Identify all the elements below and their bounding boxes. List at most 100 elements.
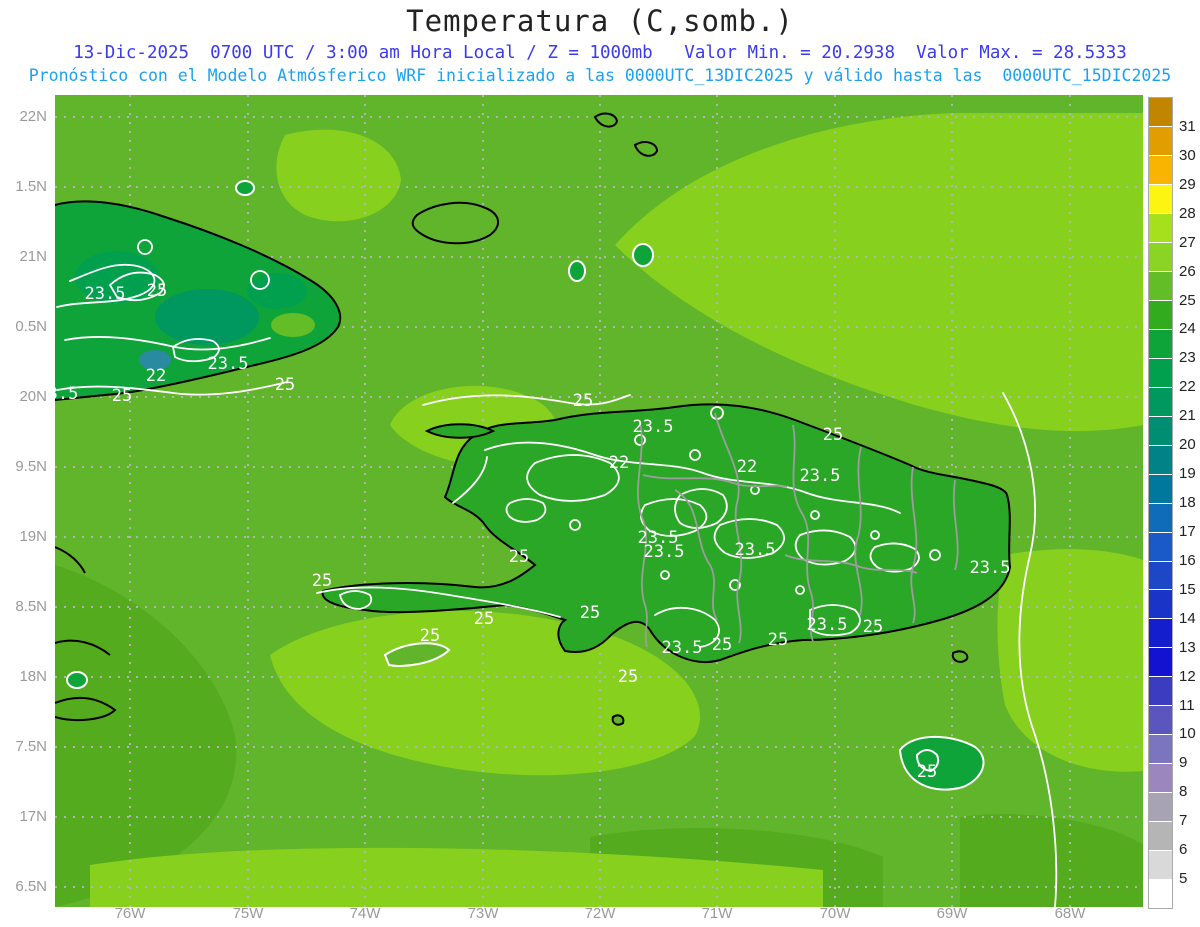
contour-value-label: 23.5 (800, 466, 841, 486)
colorbar-cell (1149, 880, 1172, 909)
x-axis-label: 73W (467, 905, 499, 922)
colorbar-cell (1149, 387, 1172, 417)
colorbar-cell (1149, 735, 1172, 765)
colorbar-cell (1149, 561, 1172, 591)
colorbar-cell (1149, 648, 1172, 678)
colorbar-cell (1149, 474, 1172, 504)
colorbar-tick-label: 26 (1179, 262, 1196, 280)
temperature-map-canvas: 23.52523.5223.525252523.525222223.523.52… (55, 95, 1143, 907)
colorbar-tick-label: 21 (1179, 407, 1196, 425)
temperature-colorbar (1148, 97, 1173, 909)
colorbar-tick-label: 30 (1179, 146, 1196, 164)
colorbar-cell (1149, 590, 1172, 620)
x-axis-label: 71W (701, 905, 733, 922)
subtitle-line-2: Pronóstico con el Modelo Atmósferico WRF… (28, 66, 1172, 85)
colorbar-tick-label: 20 (1179, 436, 1196, 454)
y-axis-label: 20N (19, 388, 47, 405)
subtitle-line-1: 13-Dic-2025 0700 UTC / 3:00 am Hora Loca… (73, 43, 1127, 63)
colorbar-tick-label: 23 (1179, 349, 1196, 367)
colorbar-tick-label: 16 (1179, 551, 1196, 569)
contour-value-label: 22 (609, 453, 629, 473)
colorbar-tick-label: 13 (1179, 638, 1196, 656)
contour-value-label: 23.5 (644, 542, 685, 562)
colorbar-tick-label: 25 (1179, 291, 1196, 309)
colorbar-cell (1149, 822, 1172, 852)
colorbar-cell (1149, 300, 1172, 330)
colorbar-cell (1149, 445, 1172, 475)
colorbar-cell (1149, 416, 1172, 446)
y-axis-label: 7.5N (15, 738, 47, 755)
contour-value-label: 23.5 (807, 615, 848, 635)
x-axis-label: 76W (114, 905, 146, 922)
x-axis-label: 70W (819, 905, 851, 922)
x-axis-label: 69W (936, 905, 968, 922)
colorbar-cell (1149, 98, 1172, 127)
x-axis-label: 75W (232, 905, 264, 922)
colorbar-tick-label: 31 (1179, 117, 1196, 135)
y-axis-label: 1.5N (15, 178, 47, 195)
contour-value-label: 25 (420, 626, 440, 646)
colorbar-cell (1149, 764, 1172, 794)
colorbar-cell (1149, 503, 1172, 533)
contour-value-label: 23.5 (735, 540, 776, 560)
contour-value-label: 25 (917, 762, 937, 782)
colorbar-tick-label: 17 (1179, 522, 1196, 540)
contour-value-label: 25 (618, 667, 638, 687)
contour-value-label: 25 (474, 609, 494, 629)
y-axis-label: 6.5N (15, 878, 47, 895)
contour-value-label: 25 (580, 603, 600, 623)
colorbar-tick-label: 28 (1179, 204, 1196, 222)
x-axis-label: 72W (584, 905, 616, 922)
colorbar-tick-label: 24 (1179, 320, 1196, 338)
colorbar-cell (1149, 619, 1172, 649)
colorbar-tick-label: 7 (1179, 812, 1188, 830)
contour-value-label: 23.5 (208, 354, 249, 374)
x-axis-label: 74W (349, 905, 381, 922)
contour-value-label: 25 (712, 635, 732, 655)
page-title: Temperatura (C,somb.) (406, 4, 794, 38)
contour-value-label: 25 (147, 281, 167, 301)
colorbar-cell (1149, 851, 1172, 881)
contour-value-label: 23.5 (970, 558, 1011, 578)
colorbar-tick-label: 5 (1179, 870, 1188, 888)
contour-value-label: 22 (146, 366, 166, 386)
y-axis-label: 21N (19, 248, 47, 265)
y-axis-label: 0.5N (15, 318, 47, 335)
contour-value-label: 25 (863, 617, 883, 637)
contour-value-label: 25 (823, 425, 843, 445)
colorbar-tick-label: 12 (1179, 667, 1196, 685)
colorbar-cell (1149, 532, 1172, 562)
map-area: 23.52523.5223.525252523.525222223.523.52… (55, 95, 1143, 907)
colorbar-cell (1149, 677, 1172, 707)
colorbar-cell (1149, 184, 1172, 214)
y-axis-label: 9.5N (15, 458, 47, 475)
contour-value-label: 25 (112, 386, 132, 406)
colorbar-tick-label: 15 (1179, 580, 1196, 598)
colorbar-tick-label: 19 (1179, 465, 1196, 483)
tortuga-island (424, 423, 496, 439)
colorbar-tick-label: 27 (1179, 233, 1196, 251)
contour-value-label: 22 (737, 457, 757, 477)
contour-value-label: 23.5 (633, 417, 674, 437)
colorbar-cell (1149, 793, 1172, 823)
y-axis-label: 17N (19, 808, 47, 825)
colorbar-cell (1149, 242, 1172, 272)
colorbar-tick-label: 11 (1179, 696, 1195, 714)
x-axis-label: 68W (1054, 905, 1086, 922)
colorbar-tick-label: 18 (1179, 494, 1196, 511)
contour-value-label: 25 (509, 547, 529, 567)
contour-value-label: 25 (768, 630, 788, 650)
contour-value-label: 25 (573, 391, 593, 411)
y-axis-label: 8.5N (15, 598, 47, 615)
colorbar-cell (1149, 126, 1172, 156)
colorbar-tick-label: 9 (1179, 754, 1188, 772)
colorbar-cell (1149, 155, 1172, 185)
contour-value-label: 23.5 (85, 284, 126, 304)
colorbar-tick-label: 14 (1179, 609, 1196, 627)
contour-value-label: 23.5 (662, 638, 703, 658)
colorbar-tick-label: 29 (1179, 175, 1196, 193)
contour-value-label: 25 (312, 571, 332, 591)
contour-value-label: 25 (275, 375, 295, 395)
colorbar-tick-label: 6 (1179, 841, 1188, 859)
edge-islet (66, 671, 88, 689)
